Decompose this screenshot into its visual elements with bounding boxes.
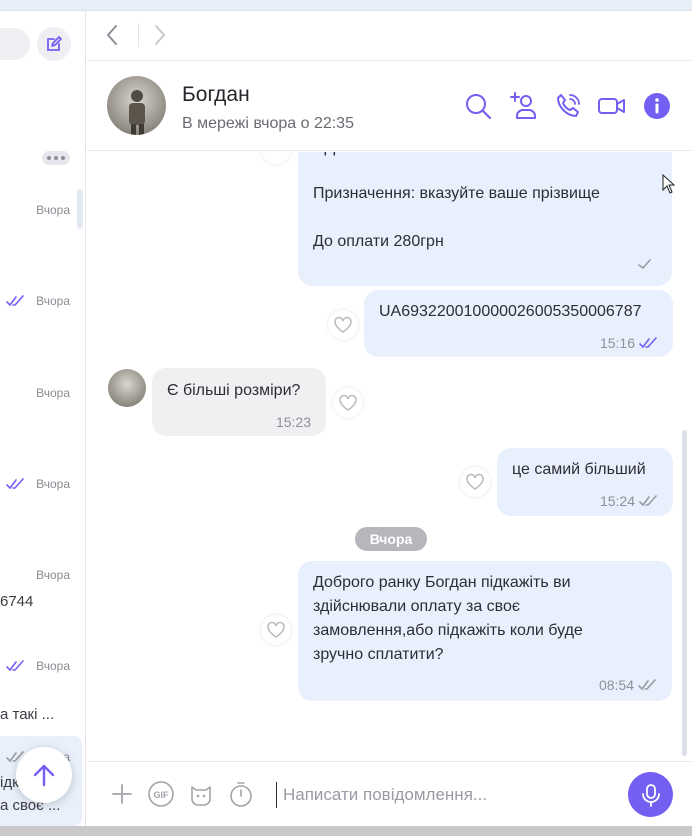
message-time: 15:16 [599, 335, 635, 351]
avatar-photo [129, 90, 145, 135]
avatar[interactable] [107, 76, 166, 135]
outgoing-message[interactable]: Доброго ранку Богдан підкажіть ви здійсн… [298, 561, 672, 701]
message-text: ЄДРПОУ 3702914521 [313, 152, 473, 160]
like-button[interactable] [460, 467, 490, 497]
message-time: 15:23 [275, 414, 311, 430]
heart-icon [334, 316, 352, 333]
video-call-button[interactable] [597, 91, 627, 121]
read-check-icon [6, 660, 24, 672]
gif-button[interactable]: GIF [148, 781, 174, 807]
outgoing-message[interactable]: це самий більший 15:24 [497, 448, 673, 516]
timer-button[interactable] [228, 781, 254, 807]
message-text: здійснювали оплату за своє [313, 598, 521, 615]
chat-time: Вчора [36, 477, 70, 491]
sent-check-icon [638, 259, 651, 270]
sticker-icon [191, 786, 211, 806]
chevron-right-icon[interactable] [152, 23, 168, 47]
conversation-header: Богдан В мережі вчора о 22:35 [87, 62, 692, 151]
delivered-check-icon [638, 679, 656, 691]
heart-icon [339, 394, 357, 411]
add-contact-button[interactable] [508, 91, 538, 121]
heart-icon [466, 473, 484, 490]
chevron-left-icon[interactable] [104, 23, 120, 47]
info-button[interactable] [642, 91, 672, 121]
like-button[interactable] [333, 388, 363, 418]
more-options-button[interactable] [42, 151, 70, 165]
contact-name[interactable]: Богдан [182, 83, 250, 107]
call-button[interactable] [553, 91, 583, 121]
svg-text:GIF: GIF [154, 790, 170, 800]
microphone-icon [641, 783, 660, 807]
message-list[interactable]: ЄДРПОУ 3702914521 Призначення: вказуйте … [87, 152, 692, 760]
message-text: Є більші розміри? [167, 382, 301, 399]
incoming-message[interactable]: Є більші розміри? 15:23 [152, 368, 326, 436]
window-top-strip [0, 0, 692, 11]
message-text: Призначення: вказуйте ваше прізвище [313, 185, 600, 202]
like-button[interactable] [328, 310, 358, 340]
sidebar-scrollbar[interactable] [77, 189, 83, 229]
contact-status: В мережі вчора о 22:35 [182, 115, 354, 132]
message-text: До оплати 280грн [313, 233, 444, 250]
search-icon [466, 94, 492, 120]
avatar[interactable] [108, 369, 146, 407]
heart-icon [267, 621, 285, 638]
nav-divider [138, 23, 139, 47]
chat-time: Вчора [36, 659, 70, 673]
video-call-icon [598, 98, 625, 114]
search-button[interactable] [463, 91, 493, 121]
read-check-icon [6, 478, 24, 490]
read-check-icon [6, 295, 24, 307]
voice-message-button[interactable] [628, 772, 673, 817]
mouse-cursor-icon [662, 174, 676, 194]
chat-time: Вчора [36, 386, 70, 400]
message-time: 08:54 [598, 677, 634, 693]
call-icon [557, 94, 580, 117]
timer-icon [230, 782, 252, 807]
compose-button[interactable] [37, 27, 71, 61]
chat-list-sidebar: Вчора Вчора Вчора Вчора Вчора 6744 Вчора… [0, 11, 86, 826]
gif-icon: GIF [148, 781, 174, 807]
chat-time: Вчора [36, 568, 70, 582]
chat-scrollbar[interactable] [682, 430, 687, 756]
message-text: Доброго ранку Богдан підкажіть ви [313, 574, 571, 591]
chat-time: Вчора [36, 294, 70, 308]
info-icon [644, 93, 670, 119]
message-composer: GIF [87, 761, 692, 826]
chat-snippet: 6744 [0, 593, 34, 610]
scroll-to-top-button[interactable] [16, 747, 72, 803]
search-field[interactable] [0, 28, 30, 60]
message-time: 15:24 [599, 493, 635, 509]
message-input[interactable] [276, 782, 606, 808]
sticker-button[interactable] [188, 781, 214, 807]
like-button[interactable] [261, 615, 291, 645]
attach-button[interactable] [109, 781, 135, 807]
delivered-check-icon [639, 495, 657, 507]
add-contact-icon [510, 92, 536, 119]
message-text: замовлення,або підкажіть коли буде [313, 622, 583, 639]
like-button[interactable] [261, 152, 291, 164]
outgoing-message[interactable]: ЄДРПОУ 3702914521 Призначення: вказуйте … [298, 152, 672, 286]
navigation-bar [87, 11, 692, 61]
plus-icon [112, 784, 132, 804]
compose-icon [47, 36, 62, 51]
arrow-up-icon [33, 764, 55, 787]
chat-time: Вчора [36, 203, 70, 217]
message-text: зручно сплатити? [313, 646, 444, 663]
chat-snippet: а такі ... [0, 706, 55, 723]
message-text: це самий більший [512, 461, 646, 478]
date-divider: Вчора [355, 527, 427, 551]
message-text: UA693220010000026005350006787 [379, 303, 642, 320]
read-check-icon [639, 337, 657, 349]
window-bottom-strip [0, 826, 692, 836]
outgoing-message[interactable]: UA693220010000026005350006787 15:16 [364, 290, 673, 357]
